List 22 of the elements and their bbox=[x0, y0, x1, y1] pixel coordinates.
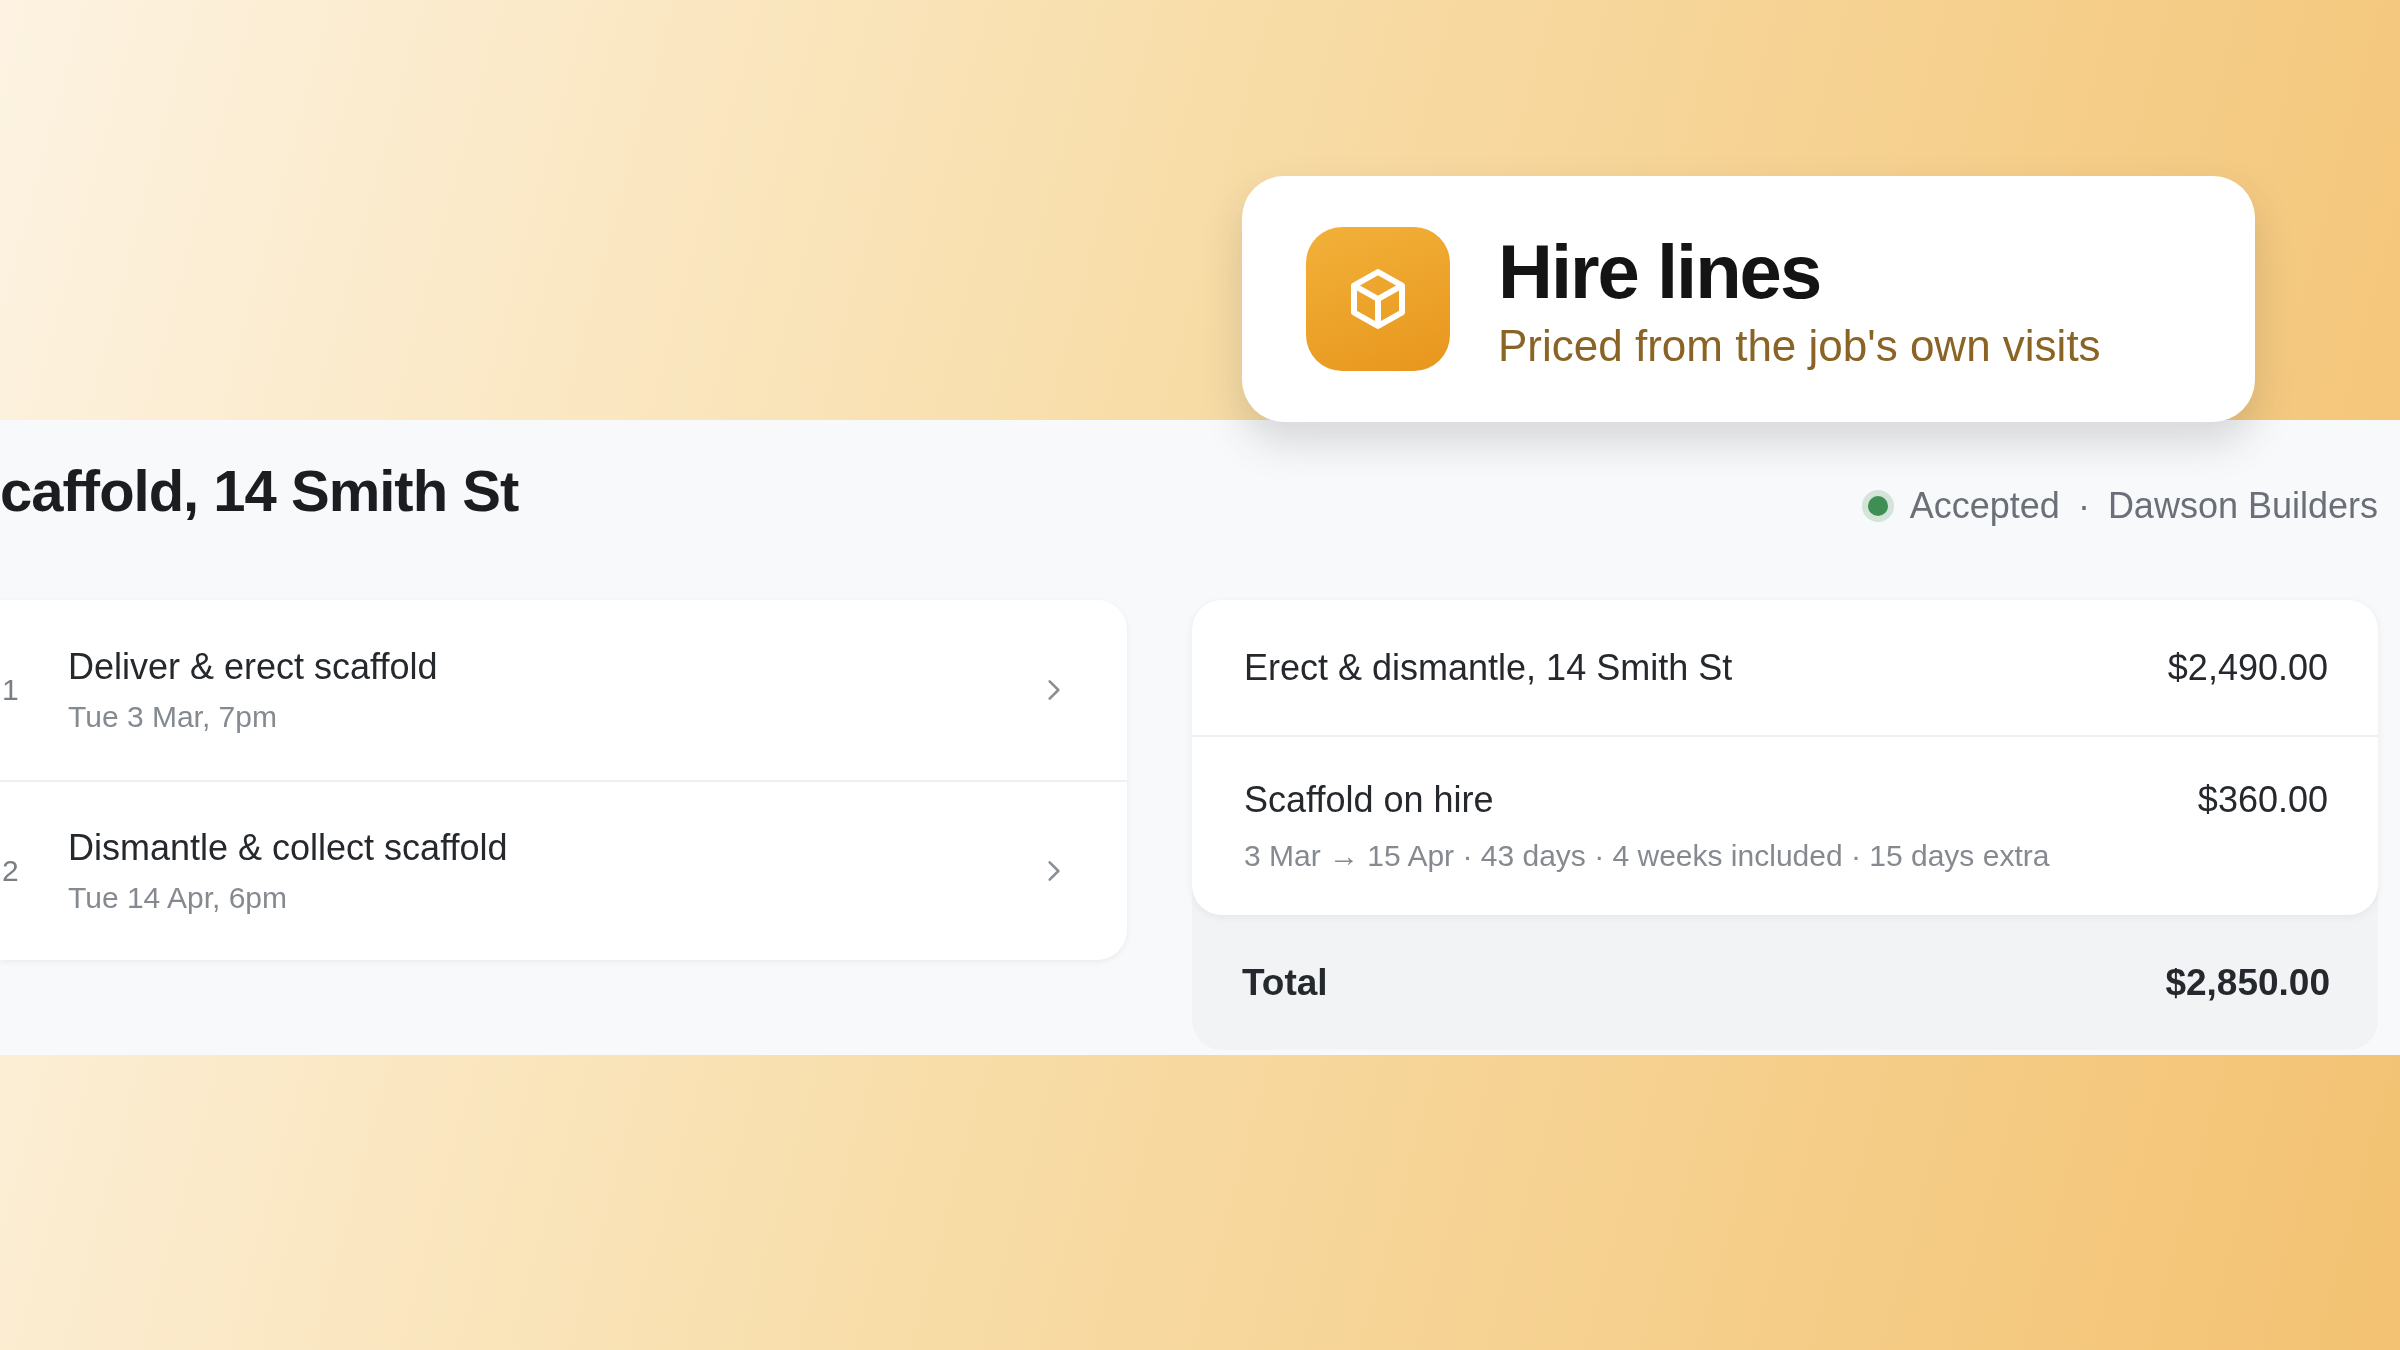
line-title: Erect & dismantle, 14 Smith St bbox=[1244, 646, 1733, 689]
visit-number: 2 bbox=[2, 854, 20, 888]
visit-time: Tue 14 Apr, 6pm bbox=[68, 881, 289, 915]
client-name: Dawson Builders bbox=[2107, 485, 2378, 527]
visit-row[interactable]: 1 Deliver & erect scaffold Tue 3 Mar, 7pm bbox=[0, 600, 1127, 780]
total-amount: $2,850.00 bbox=[2165, 961, 2330, 1004]
visit-number: 1 bbox=[2, 673, 20, 707]
job-title: caffold, 14 Smith St bbox=[0, 456, 519, 524]
total-label: Total bbox=[1242, 961, 1328, 1004]
separator-dot: · bbox=[2077, 485, 2090, 527]
status-label: Accepted bbox=[1909, 485, 2060, 527]
callout-title: Hire lines bbox=[1498, 227, 1822, 315]
cube-icon bbox=[1306, 227, 1450, 371]
visit-row[interactable]: 2 Dismantle & collect scaffold Tue 14 Apr, 6pm bbox=[0, 780, 1127, 960]
line-detail: 3 Mar → 15 Apr · 43 days · 4 weeks included · 15 days extra bbox=[1244, 839, 2051, 873]
line-title: Scaffold on hire bbox=[1244, 779, 1494, 821]
visit-time: Tue 3 Mar, 7pm bbox=[68, 700, 278, 734]
callout-subtitle: Priced from the job's own visits bbox=[1498, 320, 2101, 371]
line-amount: $2,490.00 bbox=[2167, 646, 2328, 689]
visit-title: Dismantle & collect scaffold bbox=[68, 827, 509, 869]
visit-title: Deliver & erect scaffold bbox=[68, 646, 439, 688]
line-amount: $360.00 bbox=[2197, 779, 2328, 821]
